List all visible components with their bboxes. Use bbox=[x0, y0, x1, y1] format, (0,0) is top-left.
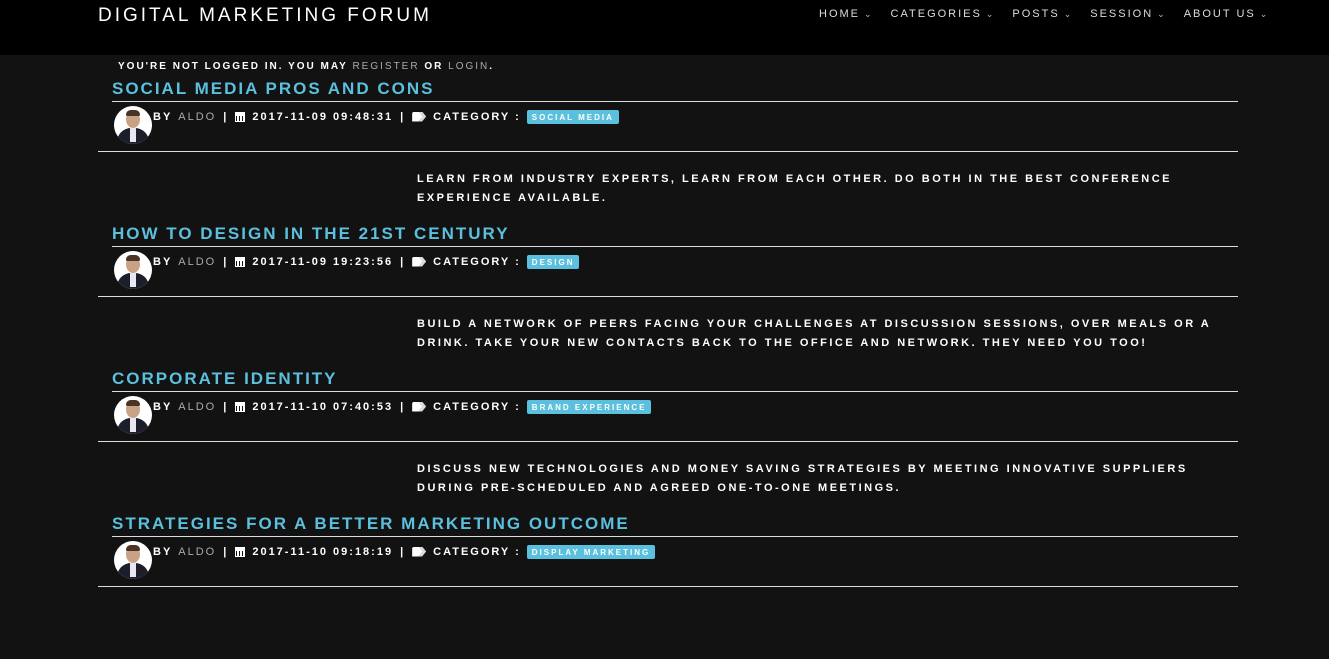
by-label: BY bbox=[153, 256, 173, 268]
avatar bbox=[114, 251, 152, 289]
avatar bbox=[114, 396, 152, 434]
nav-item-categories[interactable]: CATEGORIES ⌄ bbox=[891, 8, 996, 20]
post-excerpt: DISCUSS NEW TECHNOLOGIES AND MONEY SAVIN… bbox=[417, 463, 1188, 494]
avatar bbox=[114, 106, 152, 144]
category-label: CATEGORY : bbox=[433, 401, 521, 413]
separator: | bbox=[223, 401, 229, 413]
post-datetime: 2017-11-09 19:23:56 bbox=[252, 256, 394, 268]
calendar-icon bbox=[235, 402, 246, 412]
category-label: CATEGORY : bbox=[433, 111, 521, 123]
calendar-icon bbox=[235, 257, 246, 267]
calendar-icon bbox=[235, 112, 246, 122]
separator: | bbox=[400, 111, 406, 123]
by-label: BY bbox=[153, 546, 173, 558]
by-label: BY bbox=[153, 111, 173, 123]
separator: | bbox=[223, 256, 229, 268]
separator: | bbox=[223, 546, 229, 558]
calendar-icon bbox=[235, 547, 246, 557]
nav-item-label: CATEGORIES bbox=[890, 8, 982, 20]
post-meta: BY ALDO | 2017-11-09 09:48:31 | CATEGORY : SOC… bbox=[153, 110, 619, 124]
category-label: CATEGORY : bbox=[433, 546, 521, 558]
post-datetime: 2017-11-09 09:48:31 bbox=[252, 111, 394, 123]
notice-prefix: YOU'RE NOT LOGGED IN. YOU MAY bbox=[118, 61, 348, 72]
nav-item-session[interactable]: SESSION ⌄ bbox=[1090, 8, 1166, 20]
post-title[interactable]: HOW TO DESIGN IN THE 21ST CENTURY bbox=[112, 224, 510, 244]
post-meta: BY ALDO | 2017-11-09 19:23:56 | CATEGORY : DES… bbox=[153, 255, 580, 269]
register-link[interactable]: REGISTER bbox=[352, 61, 419, 72]
divider bbox=[112, 536, 1238, 537]
category-label: CATEGORY : bbox=[433, 256, 521, 268]
tags-icon bbox=[412, 112, 426, 123]
nav-item-home[interactable]: HOME ⌄ bbox=[819, 8, 874, 20]
nav-item-label: HOME bbox=[819, 8, 860, 20]
post-excerpt: LEARN FROM INDUSTRY EXPERTS, LEARN FROM … bbox=[417, 173, 1173, 204]
divider bbox=[98, 296, 1238, 297]
chevron-down-icon: ⌄ bbox=[864, 8, 874, 19]
post-item: HOW TO DESIGN IN THE 21ST CENTURY BY ALDO |… bbox=[98, 224, 1238, 369]
nav-item-label: SESSION bbox=[1090, 8, 1154, 20]
divider bbox=[98, 151, 1238, 152]
avatar bbox=[114, 541, 152, 579]
by-label: BY bbox=[153, 401, 173, 413]
post-title[interactable]: CORPORATE IDENTITY bbox=[112, 369, 338, 389]
post-item: STRATEGIES FOR A BETTER MARKETING OUTCOM… bbox=[98, 514, 1238, 659]
chevron-down-icon: ⌄ bbox=[1063, 8, 1074, 19]
chevron-down-icon: ⌄ bbox=[1157, 8, 1167, 19]
author-link[interactable]: ALDO bbox=[178, 546, 216, 558]
post-title[interactable]: SOCIAL MEDIA PROS AND CONS bbox=[112, 79, 434, 99]
post-item: SOCIAL MEDIA PROS AND CONS BY ALDO | 2017-11… bbox=[98, 79, 1238, 224]
post-datetime: 2017-11-10 09:18:19 bbox=[252, 546, 394, 558]
divider bbox=[112, 391, 1238, 392]
author-link[interactable]: ALDO bbox=[178, 401, 216, 413]
separator: | bbox=[223, 111, 229, 123]
divider bbox=[98, 586, 1238, 587]
category-badge[interactable]: SOCIAL MEDIA bbox=[526, 110, 619, 124]
post-meta: BY ALDO | 2017-11-10 07:40:53 | CATEGORY : BRA… bbox=[153, 400, 652, 414]
category-badge[interactable]: BRAND EXPERIENCE bbox=[526, 400, 652, 414]
site-brand[interactable]: DIGITAL MARKETING FORUM bbox=[98, 5, 432, 27]
separator: | bbox=[400, 546, 406, 558]
login-notice: YOU'RE NOT LOGGED IN. YOU MAY REGISTER O… bbox=[118, 61, 494, 72]
category-badge[interactable]: DISPLAY MARKETING bbox=[526, 545, 656, 559]
nav-item-label: ABOUT US bbox=[1183, 8, 1256, 20]
post-excerpt: BUILD A NETWORK OF PEERS FACING YOUR CHA… bbox=[417, 318, 1211, 349]
tags-icon bbox=[412, 402, 426, 413]
chevron-down-icon: ⌄ bbox=[1259, 8, 1270, 19]
post-datetime: 2017-11-10 07:40:53 bbox=[252, 401, 394, 413]
main-nav: HOME ⌄ CATEGORIES ⌄ POSTS ⌄ SESSION ⌄ ABOUT … bbox=[819, 8, 1286, 20]
separator: | bbox=[400, 256, 406, 268]
separator: | bbox=[400, 401, 406, 413]
chevron-down-icon: ⌄ bbox=[985, 8, 996, 19]
author-link[interactable]: ALDO bbox=[178, 256, 216, 268]
notice-or: OR bbox=[424, 61, 444, 72]
category-badge[interactable]: DESIGN bbox=[526, 255, 580, 269]
post-item: CORPORATE IDENTITY BY ALDO | 2017-11-10 07:4… bbox=[98, 369, 1238, 514]
nav-item-label: POSTS bbox=[1012, 8, 1060, 20]
tags-icon bbox=[412, 257, 426, 268]
post-title[interactable]: STRATEGIES FOR A BETTER MARKETING OUTCOM… bbox=[112, 514, 630, 534]
divider bbox=[112, 246, 1238, 247]
post-meta: BY ALDO | 2017-11-10 09:18:19 | CATEGORY : DIS… bbox=[153, 545, 656, 559]
nav-item-about-us[interactable]: ABOUT US ⌄ bbox=[1184, 8, 1270, 20]
top-navbar: DIGITAL MARKETING FORUM HOME ⌄ CATEGORIES… bbox=[0, 0, 1329, 55]
divider bbox=[112, 101, 1238, 102]
login-link[interactable]: LOGIN bbox=[448, 61, 489, 72]
notice-suffix: . bbox=[489, 61, 495, 72]
divider bbox=[98, 441, 1238, 442]
tags-icon bbox=[412, 547, 426, 558]
author-link[interactable]: ALDO bbox=[178, 111, 216, 123]
nav-item-posts[interactable]: POSTS ⌄ bbox=[1012, 8, 1073, 20]
